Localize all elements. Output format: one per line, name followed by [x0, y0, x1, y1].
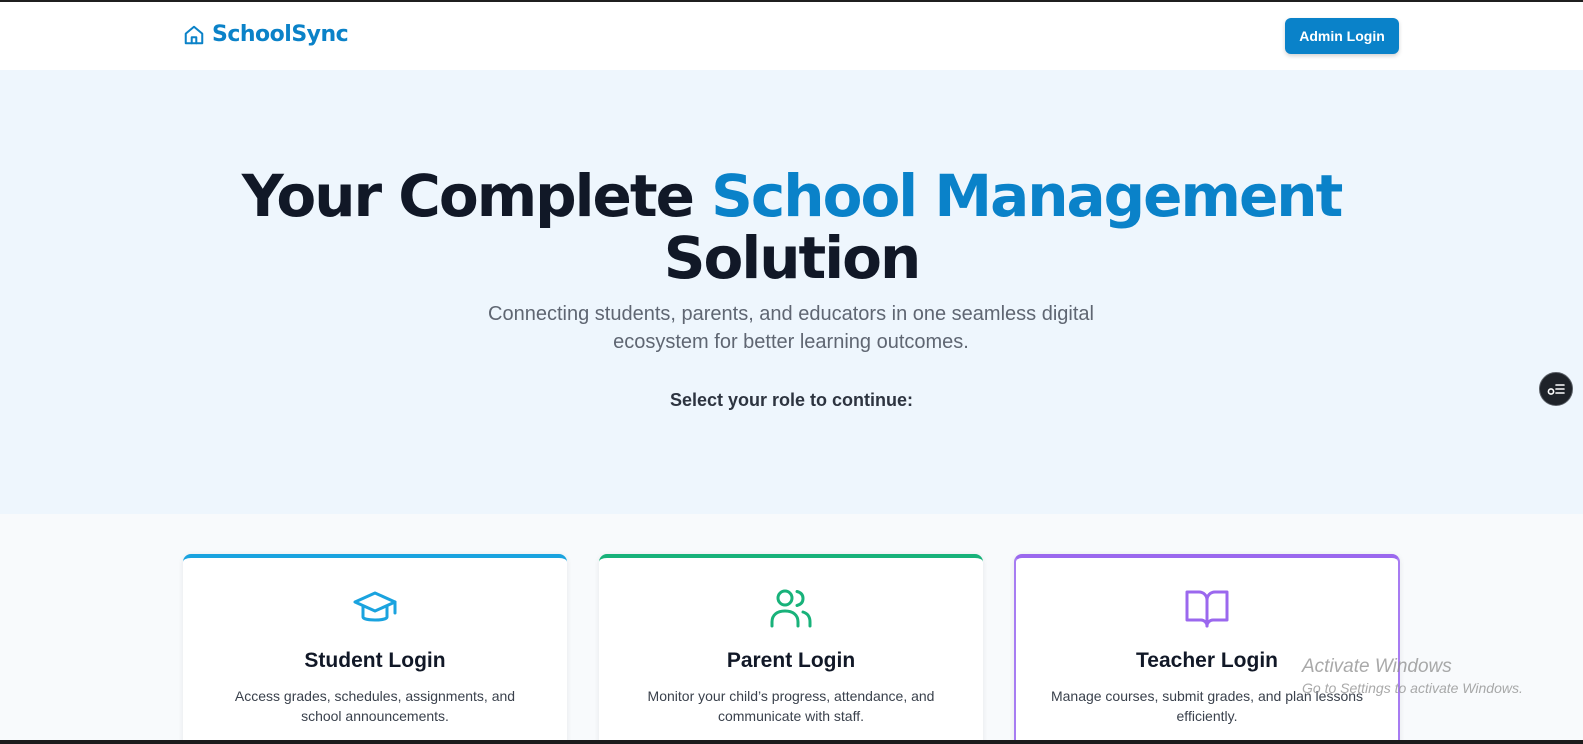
settings-list-icon: [1547, 384, 1565, 395]
hero-subtitle: Connecting students, parents, and educat…: [488, 303, 1094, 353]
teacher-login-card[interactable]: Teacher Login Manage courses, submit gra…: [1014, 554, 1400, 744]
card-description: Access grades, schedules, assignments, a…: [234, 688, 516, 724]
taskbar-edge: [0, 740, 1583, 744]
hero-title: Your Complete School Management Solution: [0, 165, 1583, 289]
card-title: Student Login: [304, 649, 446, 672]
hero-title-part1: Your Complete: [241, 162, 712, 230]
student-login-card[interactable]: Student Login Access grades, schedules, …: [183, 554, 567, 744]
book-open-icon: [1185, 590, 1229, 628]
card-title: Parent Login: [726, 649, 856, 672]
brand-name: SchoolSync: [212, 22, 349, 47]
brand-logo[interactable]: SchoolSync: [183, 22, 349, 47]
card-description: Monitor your child’s progress, attendanc…: [647, 688, 935, 724]
admin-login-button[interactable]: Admin Login: [1285, 18, 1399, 54]
navbar: SchoolSync Admin Login: [0, 2, 1583, 70]
parent-login-card[interactable]: Parent Login Monitor your child’s progre…: [599, 554, 983, 744]
watermark-title: Activate Windows: [1302, 656, 1452, 677]
watermark-subtitle: Go to Settings to activate Windows.: [1302, 680, 1523, 696]
role-prompt: Select your role to continue:: [669, 390, 914, 410]
graduation-cap-icon: [353, 591, 397, 622]
users-icon: [770, 589, 812, 628]
activate-windows-watermark: Activate Windows Go to Settings to activ…: [1302, 655, 1523, 697]
hero-title-part2: Solution: [663, 224, 922, 292]
hero-title-accent: School Management: [711, 162, 1343, 230]
floating-settings-button[interactable]: [1539, 372, 1573, 406]
hero-section: Your Complete School Management Solution …: [0, 70, 1583, 514]
page: SchoolSync Admin Login Your Complete Sch…: [0, 0, 1583, 744]
home-icon: [184, 25, 204, 44]
